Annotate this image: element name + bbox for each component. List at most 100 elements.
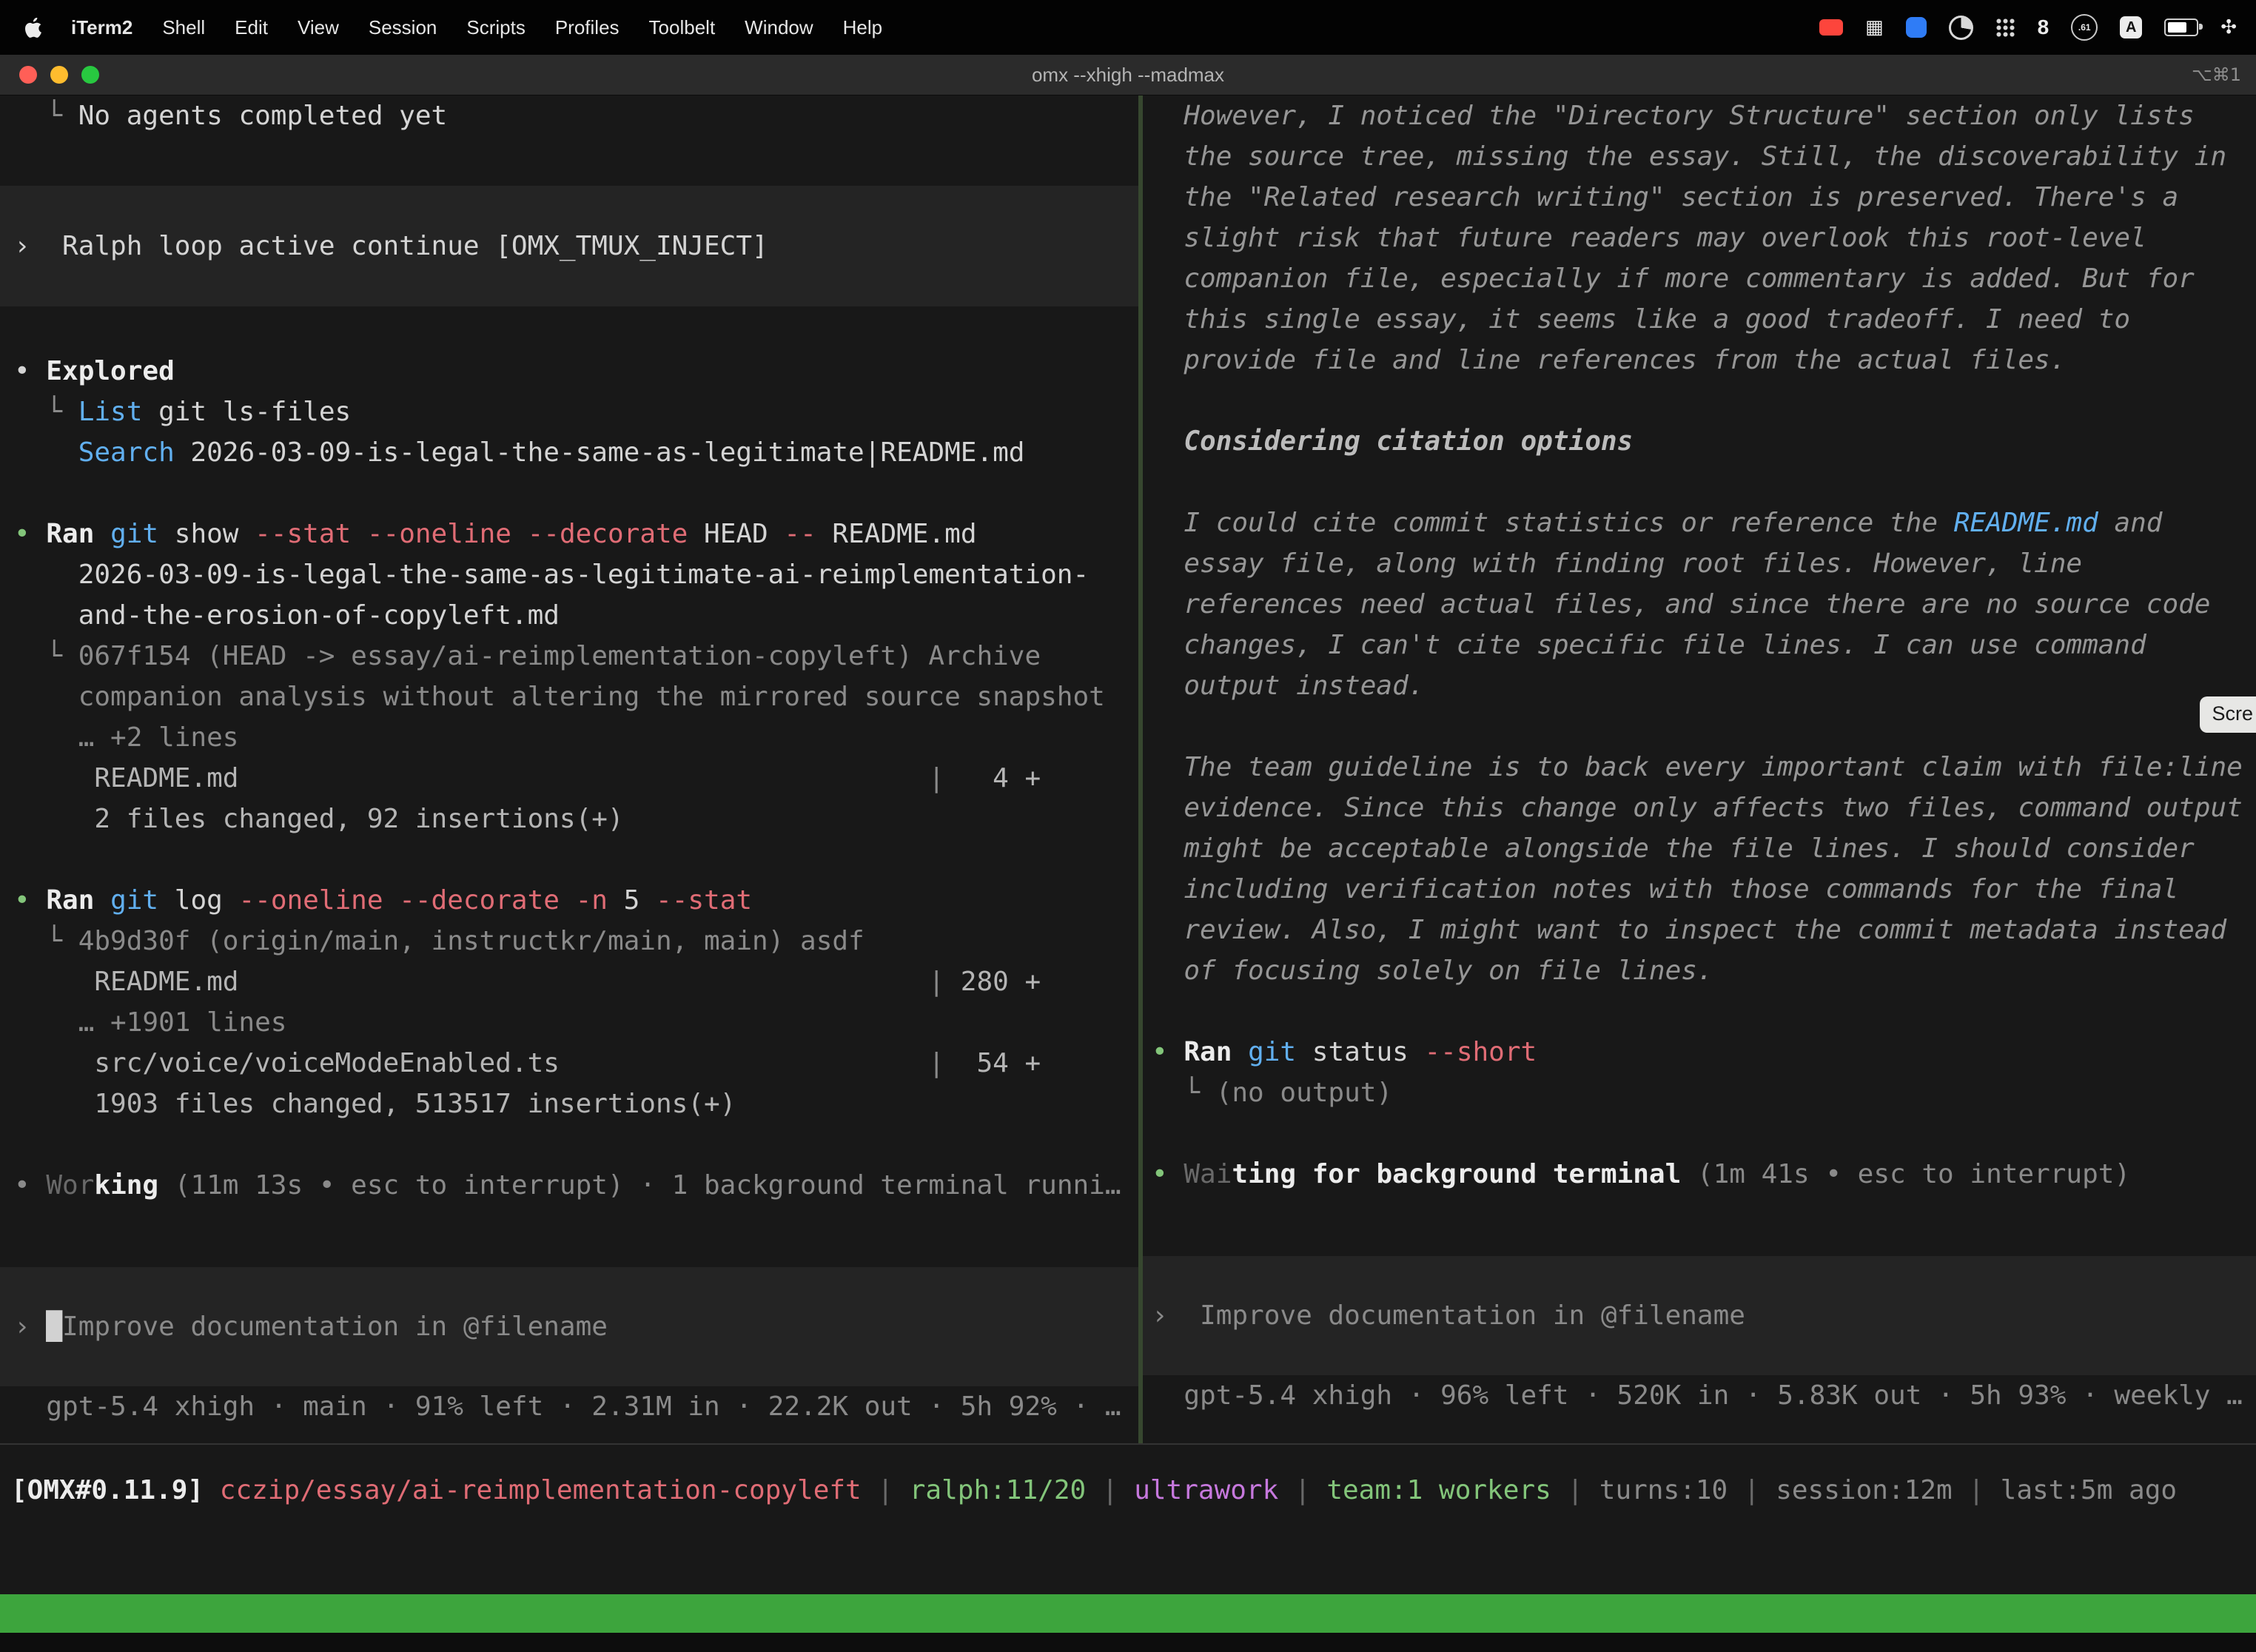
text-segment: Wor (46, 1170, 94, 1201)
pane-left[interactable]: └ No agents completed yet› Ralph loop ac… (0, 95, 1138, 1443)
menu-item-scripts[interactable]: Scripts (466, 16, 525, 39)
text-segment: of focusing solely on file lines. (1152, 956, 1713, 986)
terminal-line: • Ran git status --short (1143, 1032, 2256, 1072)
text-segment: • (14, 1170, 46, 1201)
text-segment: this single essay, it seems like a good … (1152, 304, 2130, 335)
text-segment: • (14, 356, 46, 386)
terminal-line: Search 2026-03-09-is-legal-the-same-as-l… (0, 432, 1138, 473)
status-icons: ▦ 8 .61 A ✣ (1819, 14, 2256, 41)
terminal-line: review. Also, I might want to inspect th… (1143, 910, 2256, 950)
text-segment: › (14, 1312, 46, 1342)
menu-items-list: iTerm2 Shell Edit View Session Scripts Profile… (71, 16, 882, 39)
terminal-line: output instead. (1143, 665, 2256, 706)
clock-icon[interactable] (1949, 16, 1973, 40)
text-segment: log (175, 885, 239, 916)
terminal-line: 1903 files changed, 513517 insertions(+) (0, 1084, 1138, 1124)
terminal-line (1143, 380, 2256, 421)
terminal-line (1143, 991, 2256, 1032)
text-segment: team:1 workers (1326, 1475, 1551, 1505)
text-segment: last:5m ago (2001, 1475, 2177, 1505)
text-segment: └ (14, 397, 78, 427)
fan-icon[interactable]: ✣ (2220, 16, 2237, 38)
terminal: └ No agents completed yet› Ralph loop ac… (0, 95, 2256, 1443)
text-segment: ralph:11/20 (910, 1475, 1086, 1505)
terminal-line: including verification notes with those … (1143, 869, 2256, 910)
app-8-icon[interactable]: 8 (2038, 16, 2049, 39)
text-segment: slight risk that future readers may over… (1152, 223, 2146, 253)
window-grid-icon[interactable]: ▦ (1865, 16, 1884, 38)
terminal-line: └ 067f154 (HEAD -> essay/ai-reimplementa… (0, 636, 1138, 676)
terminal-line (0, 839, 1138, 880)
terminal-line: might be acceptable alongside the file l… (1143, 828, 2256, 869)
menu-item-window[interactable]: Window (745, 16, 813, 39)
text-segment (14, 437, 78, 468)
battery-percent-icon[interactable]: .61 (2071, 14, 2098, 41)
terminal-line: companion analysis without altering the … (0, 676, 1138, 717)
text-segment: Improve documentation in @filename (62, 1312, 608, 1342)
text-segment: companion file, especially if more comme… (1152, 263, 2195, 294)
screen-recording-indicator[interactable] (1819, 19, 1843, 36)
menu-item-shell[interactable]: Shell (162, 16, 205, 39)
text-segment: 2026-03-09-is-legal-the-same-as-legitima… (14, 560, 1089, 590)
terminal-line: • Working (11m 13s • esc to interrupt) ·… (0, 1165, 1138, 1206)
text-segment: and-the-erosion-of-copyleft.md (14, 600, 560, 631)
text-segment: ting for background terminal (1232, 1159, 1697, 1189)
dots-grid-icon[interactable] (1995, 18, 2015, 38)
text-segment: --stat --oneline --decorate (255, 519, 704, 549)
menu-item-help[interactable]: Help (843, 16, 882, 39)
input-source-icon[interactable]: A (2120, 16, 2142, 38)
text-segment: might be acceptable alongside the file l… (1152, 833, 2195, 864)
text-segment: session:12m (1776, 1475, 1952, 1505)
terminal-line: the "Related research writing" section i… (1143, 177, 2256, 218)
inject-banner: › Ralph loop active continue [OMX_TMUX_I… (0, 186, 1138, 306)
menu-item-session[interactable]: Session (369, 16, 437, 39)
terminal-line: • Ran git log --oneline --decorate -n 5 … (0, 880, 1138, 921)
text-segment: └ (14, 641, 78, 671)
terminal-line: … +1901 lines (0, 1002, 1138, 1043)
menu-item-edit[interactable]: Edit (235, 16, 268, 39)
text-segment: review. Also, I might want to inspect th… (1152, 915, 2226, 945)
battery-icon[interactable] (2164, 19, 2198, 36)
text-segment: gpt-5.4 xhigh · main · 91% left · 2.31M … (14, 1391, 1121, 1422)
text-segment: Ralph loop active continue [OMX_TMUX_INJ… (62, 231, 768, 261)
text-segment: | (928, 967, 944, 997)
text-segment: -n (576, 885, 624, 916)
titlebar[interactable]: omx --xhigh --madmax ⌥⌘1 (0, 55, 2256, 95)
app-blue-icon[interactable] (1906, 17, 1927, 38)
text-segment: 4b9d30f (origin/main, instructkr/main, m… (78, 926, 865, 956)
text-segment: companion analysis without altering the … (14, 682, 1105, 712)
text-segment: • (14, 519, 46, 549)
terminal-line (1143, 1113, 2256, 1154)
text-segment: … +1901 lines (14, 1007, 286, 1038)
menu-item-view[interactable]: View (298, 16, 339, 39)
text-segment: (no output) (1216, 1078, 1392, 1108)
text-segment: › Improve documentation in @filename (1152, 1300, 1745, 1331)
text-segment: --oneline --decorate (238, 885, 575, 916)
menu-item-profiles[interactable]: Profiles (555, 16, 620, 39)
text-segment: └ (1152, 1078, 1216, 1108)
banner-text: › Ralph loop active continue [OMX_TMUX_I… (0, 226, 1138, 266)
text-cursor: █ (46, 1312, 62, 1342)
text-segment: | (1086, 1475, 1134, 1505)
text-segment: • (1152, 1037, 1184, 1067)
prompt-input[interactable]: › █Improve documentation in @filename (0, 1267, 1138, 1386)
text-segment: Considering citation options (1152, 426, 1633, 457)
menu-item-toolbelt[interactable]: Toolbelt (649, 16, 716, 39)
terminal-line: • Ran git show --stat --oneline --decora… (0, 514, 1138, 554)
text-segment: 280 + (944, 967, 1041, 997)
prompt-input[interactable]: › Improve documentation in @filename (1143, 1256, 2256, 1375)
text-segment: README.md (14, 967, 928, 997)
terminal-line (0, 473, 1138, 514)
menu-item-iterm2[interactable]: iTerm2 (71, 16, 132, 39)
text-segment: and (2098, 508, 2163, 538)
text-segment: I could cite commit statistics or refere… (1152, 508, 1954, 538)
text-segment: | (928, 763, 944, 793)
pane-right[interactable]: However, I noticed the "Directory Struct… (1143, 95, 2256, 1443)
terminal-line: [OMX#0.11.9] cczip/essay/ai-reimplementa… (0, 1470, 2256, 1511)
text-segment: src/voice/voiceModeEnabled.ts (14, 1048, 928, 1078)
window-title: omx --xhigh --madmax (0, 55, 2256, 95)
floating-tooltip: Scre (2200, 696, 2256, 733)
text-segment: 2026-03-09-is-legal-the-same-as-legitima… (175, 437, 1025, 468)
terminal-line: changes, I can't cite specific file line… (1143, 625, 2256, 665)
apple-menu-icon[interactable] (25, 18, 41, 38)
